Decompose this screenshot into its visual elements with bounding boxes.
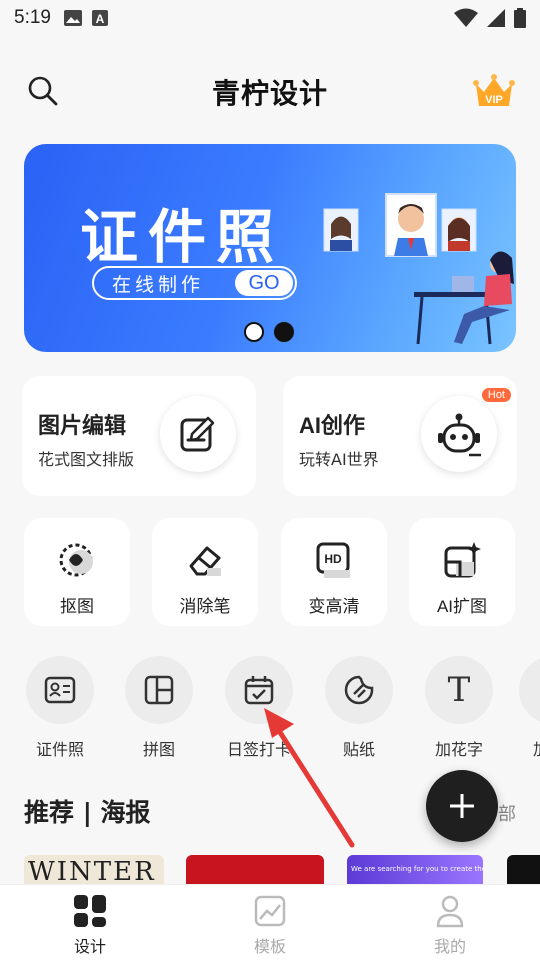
tab-label: 设计 — [73, 937, 106, 956]
status-time: 5:19 — [14, 7, 51, 28]
section-title: 推荐 | 海报 — [24, 798, 151, 827]
search-icon[interactable] — [26, 74, 60, 108]
tool-label: 变高清 — [308, 597, 360, 617]
image-edit-card[interactable]: 图片编辑 花式图文排版 — [22, 376, 256, 496]
quick-icon-circle — [26, 656, 94, 724]
text-t-icon: T — [447, 670, 471, 710]
tool-eraser[interactable]: 消除笔 — [152, 518, 258, 626]
status-bar: 5:19 A — [0, 0, 540, 36]
quick-label: 加花字 — [434, 740, 483, 759]
wifi-icon — [454, 8, 478, 27]
plus-icon — [450, 794, 474, 818]
quick-icon-circle — [325, 656, 393, 724]
quick-daily-checkin[interactable]: 日签打卡 — [219, 656, 299, 760]
section-more-link[interactable]: 部 — [498, 800, 516, 826]
hd-icon: HD — [316, 542, 350, 578]
tab-label: 我的 — [433, 937, 466, 956]
quick-id-photo[interactable]: 证件照 — [20, 656, 100, 760]
banner-subtitle: 在线制作 — [112, 273, 205, 296]
card-subtitle: 玩转AI世界 — [299, 450, 379, 469]
quick-label: 日签打卡 — [226, 740, 291, 759]
hot-badge: Hot — [481, 388, 511, 402]
cutout-icon — [59, 543, 93, 577]
svg-text:VIP: VIP — [485, 94, 503, 106]
banner-illustration — [323, 193, 514, 345]
pagination-dot-active[interactable] — [274, 322, 294, 342]
vip-crown-icon[interactable]: VIP — [472, 72, 516, 112]
svg-text:A: A — [96, 12, 105, 26]
ai-expand-icon — [444, 542, 481, 578]
notification-icons: A — [63, 9, 109, 27]
edit-icon-circle — [160, 396, 236, 472]
poster-thumbnail[interactable]: We are searching for you to create the f… — [347, 855, 483, 885]
thumbnail-text: We are searching for you to create the f… — [351, 865, 483, 873]
collage-icon — [144, 675, 174, 705]
profile-icon — [436, 895, 464, 928]
tab-mine[interactable]: 我的 — [360, 885, 540, 960]
eraser-icon — [189, 546, 221, 576]
tab-design[interactable]: 设计 — [0, 885, 180, 960]
banner-title: 证件照 — [80, 203, 285, 271]
banner-cta-pill[interactable]: 在线制作 GO — [92, 266, 297, 300]
pagination-dot[interactable] — [244, 322, 264, 342]
card-subtitle: 花式图文排版 — [38, 450, 135, 469]
poster-thumbnail[interactable] — [186, 855, 324, 885]
poster-thumbnail[interactable] — [507, 855, 540, 885]
quick-label: 贴纸 — [342, 740, 375, 759]
tool-ai-expand[interactable]: AI扩图 — [409, 518, 515, 626]
quick-sticker[interactable]: 贴纸 — [319, 656, 399, 760]
add-button[interactable] — [426, 770, 498, 842]
tab-label: 模板 — [253, 937, 286, 956]
quick-collage[interactable]: 拼图 — [119, 656, 199, 760]
quick-fancy-text[interactable]: T 加花字 — [419, 656, 499, 760]
tab-templates[interactable]: 模板 — [180, 885, 360, 960]
signal-icon — [487, 9, 505, 27]
system-icons — [454, 8, 526, 28]
app-title: 青柠设计 — [211, 77, 328, 110]
ai-create-card[interactable]: AI创作 玩转AI世界 Hot — [283, 376, 517, 496]
tool-cutout[interactable]: 抠图 — [24, 518, 130, 626]
tool-label: AI扩图 — [436, 597, 488, 616]
card-title: AI创作 — [299, 413, 366, 438]
app-header: 青柠设计 VIP — [0, 62, 540, 122]
tool-label: 抠图 — [60, 597, 94, 617]
poster-thumbnail[interactable]: WINTER — [24, 855, 164, 885]
robot-icon — [438, 413, 481, 457]
id-card-icon — [44, 676, 76, 704]
design-grid-icon — [74, 895, 106, 927]
tool-enhance[interactable]: HD 变高清 — [281, 518, 387, 626]
banner-go-button[interactable]: GO — [235, 270, 293, 296]
text-notification-icon: A — [91, 10, 108, 26]
template-image-icon — [254, 895, 286, 927]
bottom-tab-bar: 设计 模板 我的 — [0, 884, 540, 960]
quick-icon-circle — [125, 656, 193, 724]
image-notification-icon — [63, 10, 82, 26]
robot-icon-circle — [421, 396, 497, 472]
sticker-icon — [344, 675, 374, 705]
quick-icon-circle — [225, 656, 293, 724]
battery-icon — [514, 8, 526, 28]
quick-more-partial[interactable]: 加 — [519, 656, 540, 760]
thumbnail-text: WINTER — [28, 857, 156, 885]
edit-document-icon — [180, 416, 215, 452]
banner-pagination — [244, 322, 294, 342]
card-title: 图片编辑 — [38, 414, 127, 439]
quick-icon-circle — [519, 656, 540, 724]
quick-icon-circle: T — [425, 656, 493, 724]
svg-text:HD: HD — [324, 552, 342, 566]
quick-label: 证件照 — [35, 740, 84, 759]
tool-label: 消除笔 — [179, 597, 231, 617]
quick-label: 拼图 — [142, 740, 175, 759]
calendar-check-icon — [244, 676, 274, 705]
promo-banner[interactable]: 证件照 在线制作 GO — [24, 144, 516, 352]
quick-label: 加 — [519, 736, 540, 760]
